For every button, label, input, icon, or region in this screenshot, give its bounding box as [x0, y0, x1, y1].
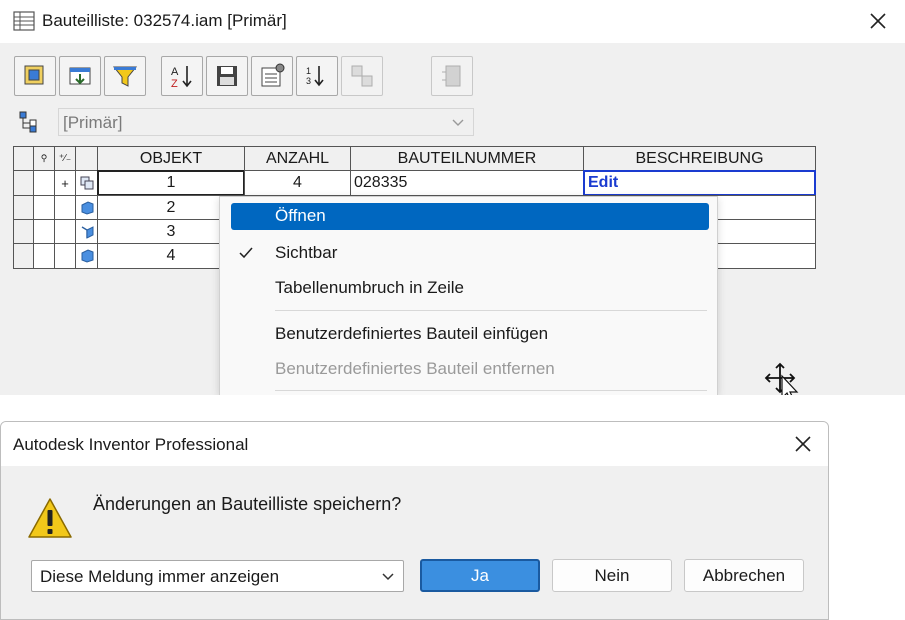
menu-separator [275, 310, 707, 311]
menu-item-label: Benutzerdefiniertes Bauteil entfernen [275, 359, 555, 378]
save-dialog: Autodesk Inventor Professional Änderunge… [0, 421, 829, 620]
objekt-cell[interactable]: 1 [97, 170, 245, 196]
context-menu: Öffnen Sichtbar Tabellenumbruch in Zeile… [219, 196, 718, 395]
import-icon [69, 67, 91, 85]
view-select-value: [Primär] [63, 113, 123, 132]
sort-button[interactable]: A Z [161, 56, 203, 96]
pin-cell[interactable] [33, 219, 55, 244]
part-icon-cell [75, 219, 98, 244]
menu-item-oeffnen[interactable]: Öffnen [220, 203, 719, 235]
dialog-body [1, 466, 828, 619]
warning-icon [28, 498, 72, 538]
menu-item-bauteil-entfernen: Benutzerdefiniertes Bauteil entfernen [220, 353, 719, 385]
no-button[interactable]: Nein [552, 559, 672, 592]
column-header-objekt[interactable]: OBJEKT [97, 146, 245, 171]
assembly-icon [80, 176, 93, 190]
compare-button[interactable] [341, 56, 383, 96]
pin-column-header[interactable]: ⚲ [33, 146, 55, 171]
row-header[interactable] [13, 243, 34, 269]
icon-column-header[interactable] [75, 146, 98, 171]
pin-cell[interactable] [33, 170, 55, 196]
expand-cell[interactable] [54, 219, 76, 244]
show-message-select[interactable]: Diese Meldung immer anzeigen [31, 560, 404, 592]
settings-button[interactable] [251, 56, 293, 96]
pin-cell[interactable] [33, 195, 55, 220]
expand-column-header[interactable]: ⁺∕₋ [54, 146, 76, 171]
part-icon [81, 249, 93, 263]
expand-cell[interactable] [54, 243, 76, 269]
part-icon-cell [75, 243, 98, 269]
view-select[interactable]: [Primär] [58, 108, 474, 136]
sort-az-icon: A Z [171, 66, 192, 90]
checkmark-icon [239, 247, 253, 259]
chevron-down-icon [382, 573, 394, 581]
compare-icon [351, 65, 373, 87]
column-header-anzahl[interactable]: ANZAHL [244, 146, 351, 171]
row-header[interactable] [13, 195, 34, 220]
show-message-select-value: Diese Meldung immer anzeigen [40, 567, 280, 586]
svg-text:A: A [171, 66, 179, 78]
menu-item-sichtbar[interactable]: Sichtbar [220, 237, 719, 269]
column-header-bauteilnummer[interactable]: BAUTEILNUMMER [350, 146, 584, 171]
renumber-button[interactable]: 1 3 [296, 56, 338, 96]
menu-item-bauteil-einfuegen[interactable]: Benutzerdefiniertes Bauteil einfügen [220, 318, 719, 350]
view-structure-icon [19, 111, 37, 133]
svg-text:1: 1 [306, 66, 311, 76]
menu-item-label: Tabellenumbruch in Zeile [275, 278, 464, 297]
yes-button[interactable]: Ja [420, 559, 540, 592]
bom-titlebar: Bauteilliste: 032574.iam [Primär] [0, 0, 905, 43]
export-icon [217, 66, 237, 86]
menu-item-label: Benutzerdefiniertes Bauteil einfügen [275, 324, 549, 343]
settings-icon [261, 63, 285, 87]
menu-item-label: Sichtbar [275, 243, 338, 262]
renumber-icon: 1 3 [306, 66, 324, 87]
menu-item-tabellenumbruch[interactable]: Tabellenumbruch in Zeile [220, 272, 719, 304]
move-cursor-icon [764, 362, 799, 395]
table-icon [13, 11, 35, 31]
menu-item-label: Öffnen [275, 206, 326, 225]
import-button[interactable] [59, 56, 101, 96]
export-button[interactable] [206, 56, 248, 96]
dialog-titlebar: Autodesk Inventor Professional [1, 422, 828, 466]
structure-icon [442, 65, 461, 87]
part-icon-cell [75, 195, 98, 220]
row-header[interactable] [13, 219, 34, 244]
expand-cell[interactable] [54, 195, 76, 220]
sheet-part-icon [81, 225, 93, 239]
filter-icon [112, 66, 138, 87]
dialog-message: Änderungen an Bauteilliste speichern? [93, 494, 402, 514]
filter-button[interactable] [104, 56, 146, 96]
svg-text:3: 3 [306, 76, 311, 86]
menu-separator [275, 390, 707, 391]
view-options-icon [24, 65, 44, 85]
beschreibung-edit-cell[interactable]: Edit [583, 170, 816, 196]
svg-text:Z: Z [171, 78, 178, 90]
window-title: Bauteilliste: 032574.iam [Primär] [42, 11, 287, 30]
expand-toggle[interactable]: + [54, 170, 76, 196]
cancel-button[interactable]: Abbrechen [684, 559, 804, 592]
close-icon[interactable] [868, 11, 888, 31]
chevron-down-icon [452, 119, 464, 126]
structure-button[interactable] [431, 56, 473, 96]
row-header[interactable] [13, 170, 34, 196]
bauteilnummer-cell[interactable]: 028335 [350, 170, 584, 196]
close-icon[interactable] [793, 434, 813, 454]
column-header-beschreibung[interactable]: BESCHREIBUNG [583, 146, 816, 171]
anzahl-cell[interactable]: 4 [244, 170, 351, 196]
view-options-button[interactable] [14, 56, 56, 96]
pin-cell[interactable] [33, 243, 55, 269]
part-icon [81, 200, 93, 215]
grid-corner [13, 146, 34, 171]
dialog-title: Autodesk Inventor Professional [13, 435, 249, 454]
bom-window: Bauteilliste: 032574.iam [Primär] A Z 1 … [0, 0, 905, 395]
assembly-icon-cell [75, 170, 98, 196]
